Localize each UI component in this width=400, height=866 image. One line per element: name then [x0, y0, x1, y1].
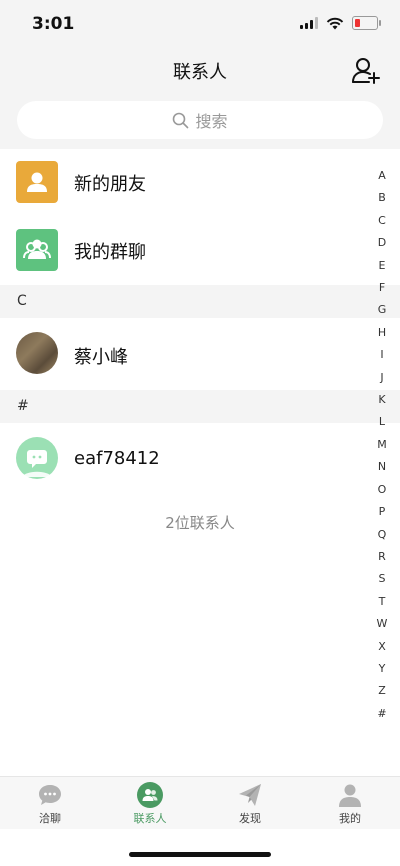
tab-label: 发现	[239, 812, 261, 825]
tab-chat[interactable]: 洽聊	[0, 777, 100, 830]
index-letter[interactable]: B	[378, 187, 386, 209]
home-bar	[0, 829, 400, 866]
index-letter[interactable]: Z	[378, 680, 386, 702]
page-title: 联系人	[173, 62, 227, 83]
status-icons	[300, 16, 381, 30]
contact-name: eaf78412	[74, 448, 160, 469]
section-letter: C	[17, 293, 27, 309]
add-contact-icon[interactable]	[350, 54, 382, 86]
new-friends-icon	[16, 161, 58, 203]
index-letter[interactable]: S	[379, 568, 386, 590]
contacts-icon	[137, 782, 163, 808]
tab-me[interactable]: 我的	[300, 777, 400, 830]
battery-icon	[352, 16, 381, 30]
index-letter[interactable]: F	[379, 277, 385, 299]
index-letter[interactable]: D	[378, 232, 386, 254]
home-indicator[interactable]	[129, 852, 271, 857]
new-friends-label: 新的朋友	[74, 174, 146, 195]
index-letter[interactable]: G	[378, 299, 387, 321]
avatar	[16, 437, 58, 479]
search-bar-container: 搜索	[0, 92, 400, 149]
contact-list: 新的朋友 我的群聊 C 蔡小峰 # eaf78412	[0, 149, 400, 495]
index-letter[interactable]: M	[377, 434, 387, 456]
tab-contacts[interactable]: 联系人	[100, 777, 200, 830]
new-friends-item[interactable]: 新的朋友	[0, 149, 400, 215]
tab-label: 联系人	[133, 812, 167, 825]
index-letter[interactable]: L	[379, 411, 385, 433]
search-icon	[173, 112, 189, 128]
contact-row[interactable]: eaf78412	[0, 423, 400, 495]
index-letter[interactable]: R	[378, 546, 386, 568]
index-letter[interactable]: Y	[379, 658, 386, 680]
paper-plane-icon	[239, 784, 261, 806]
wifi-icon	[326, 17, 344, 29]
index-letter[interactable]: T	[379, 591, 386, 613]
index-letter[interactable]: K	[378, 389, 385, 411]
index-letter[interactable]: C	[378, 210, 386, 232]
contact-row[interactable]: 蔡小峰	[0, 318, 400, 390]
cellular-signal-icon	[300, 17, 318, 29]
tab-discover[interactable]: 发现	[200, 777, 300, 830]
index-letter[interactable]: O	[378, 479, 387, 501]
index-letter[interactable]: X	[378, 636, 386, 658]
tab-bar: 洽聊 联系人 发现 我的	[0, 776, 400, 830]
contact-name: 蔡小峰	[74, 347, 128, 368]
index-letter[interactable]: J	[380, 367, 383, 389]
index-letter[interactable]: N	[378, 456, 386, 478]
index-letter[interactable]: A	[378, 165, 386, 187]
my-groups-label: 我的群聊	[74, 242, 146, 263]
section-letter: #	[17, 398, 29, 414]
tab-label: 洽聊	[39, 812, 61, 825]
status-bar: 3:01	[0, 0, 400, 48]
index-letter[interactable]: H	[378, 322, 386, 344]
search-input[interactable]: 搜索	[17, 101, 383, 139]
status-time: 3:01	[32, 14, 75, 34]
index-letter[interactable]: Q	[378, 524, 387, 546]
chat-bubble-icon	[39, 785, 61, 805]
contact-count: 2位联系人	[165, 514, 235, 532]
user-profile-icon	[339, 784, 361, 807]
avatar	[16, 332, 58, 374]
section-header-c: C	[0, 285, 400, 318]
group-chat-icon	[16, 229, 58, 271]
my-groups-item[interactable]: 我的群聊	[0, 217, 400, 283]
alphabet-index[interactable]: A B C D E F G H I J K L M N O P Q R S T W X Y Z #	[374, 165, 390, 725]
section-header-hash: #	[0, 390, 400, 423]
index-letter[interactable]: W	[377, 613, 388, 635]
tab-label: 我的	[339, 812, 361, 825]
index-letter[interactable]: P	[379, 501, 386, 523]
index-letter[interactable]: E	[379, 255, 386, 277]
nav-bar: 联系人	[0, 48, 400, 92]
search-placeholder: 搜索	[195, 112, 228, 131]
index-letter[interactable]: #	[377, 703, 386, 725]
index-letter[interactable]: I	[380, 344, 383, 366]
